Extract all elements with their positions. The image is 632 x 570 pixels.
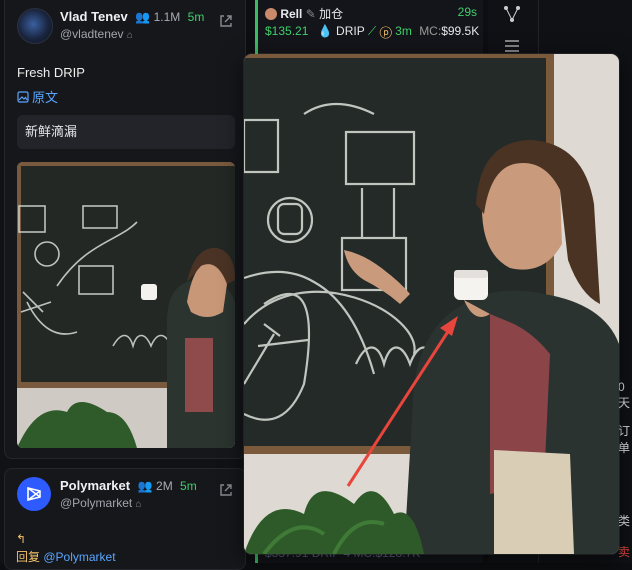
post-header: Vlad Tenev 👥 1.1M 5m @vladtenev ⌂ [5,0,245,50]
mc-label: MC: [419,24,442,38]
network-icon[interactable] [502,4,522,24]
pencil-icon: ✎ [305,7,316,21]
author-name[interactable]: Polymarket 👥 2M 5m [60,478,197,493]
trade-amount: $135.21 [265,24,309,38]
post-card-vlad[interactable]: Vlad Tenev 👥 1.1M 5m @vladtenev ⌂ Fresh … [4,0,246,459]
post-text: Fresh DRIP [17,65,85,80]
image-icon [17,90,29,103]
ticker[interactable]: DRIP [336,24,364,38]
post-header: Polymarket 👥 2M 5m @Polymarket ⌂ [5,469,245,519]
drip-icon: 💧 [317,24,333,38]
external-link-icon[interactable] [219,483,233,497]
edge-fragment-4: 卖 [618,545,631,559]
post-age: 5m [180,479,197,493]
edge-fragment-1: 0天 [618,380,631,410]
image-preview-popup[interactable] [244,54,619,554]
followers-count: 👥 1.1M [135,10,181,24]
author-handle[interactable]: @vladtenev ⌂ [60,27,133,41]
avatar[interactable] [17,477,51,511]
feed-column: Vlad Tenev 👥 1.1M 5m @vladtenev ⌂ Fresh … [0,0,246,570]
original-link[interactable]: 原文 [17,87,58,106]
post-image[interactable] [17,162,235,448]
author-name-text[interactable]: Vlad Tenev [60,9,128,24]
coin-icon: ⓟ [379,24,392,38]
trade-minutes: 3m [395,24,412,38]
edge-fragment-3: 类 [618,514,631,528]
leaf-icon: ⟋ [367,24,377,38]
author-handle[interactable]: @Polymarket ⌂ [60,496,142,510]
people-icon: 👥 [135,10,151,24]
trade-age: 29s [457,5,477,19]
people-icon: 👥 [137,479,153,493]
list-icon[interactable] [502,36,522,56]
trade-action: 加仓 [319,7,344,21]
reply-arrow-icon: ↰ [16,532,27,546]
post-age: 5m [187,10,205,24]
trader-avatar [265,8,277,20]
trader-name[interactable]: Rell [280,7,302,21]
trade-details: $135.21 💧 DRIP ⟋ ⓟ 3m MC:$99.5K [265,24,480,39]
mc-value: $99.5K [441,24,480,38]
trade-header[interactable]: Rell ✎ 加仓 29s [265,5,477,21]
translation-box: 新鲜滴漏 [17,115,235,149]
edge-fragment-2: 订单 [618,424,631,455]
badge-icon: ⌂ [126,30,133,41]
avatar[interactable] [17,8,53,44]
badge-icon: ⌂ [135,499,142,510]
external-link-icon[interactable] [219,14,233,28]
reply-mention[interactable]: @Polymarket [43,550,115,564]
polymarket-logo-icon [27,486,41,502]
followers-count: 👥 2M [137,479,173,493]
reply-line[interactable]: 回复 @Polymarket [16,548,116,565]
author-name[interactable]: Vlad Tenev 👥 1.1M 5m [60,9,204,24]
enlarged-photo [244,54,619,554]
